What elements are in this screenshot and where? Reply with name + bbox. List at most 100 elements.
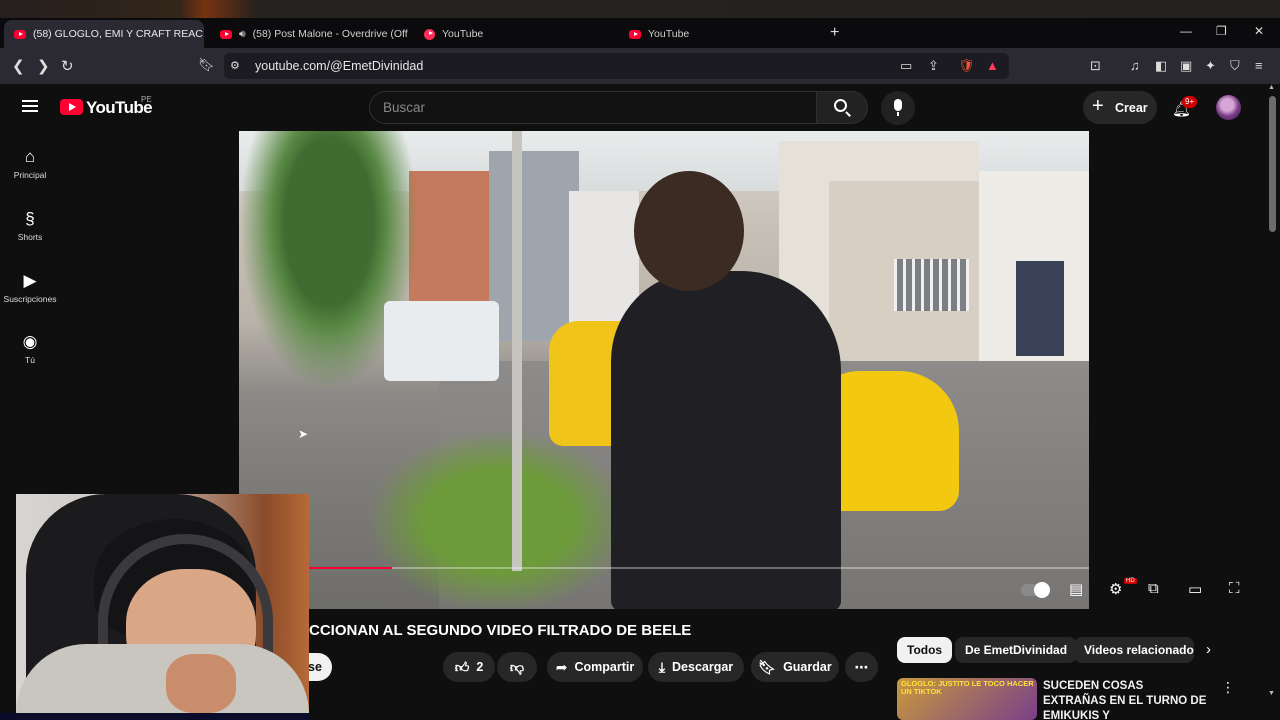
video-title: CCIONAN AL SEGUNDO VIDEO FILTRADO DE BEE…	[309, 622, 692, 639]
share-icon[interactable]: ⇪	[928, 58, 939, 74]
mouse-cursor-icon: ➤	[298, 427, 309, 441]
video-player[interactable]	[239, 131, 1089, 609]
video-frame-grass	[369, 431, 629, 609]
back-icon[interactable]: ❮	[12, 57, 25, 75]
video-frame-person	[611, 271, 841, 609]
scroll-up-icon[interactable]: ▲	[1268, 84, 1275, 91]
menu-icon[interactable]: ≡	[1255, 58, 1263, 73]
share-arrow-icon: ➦	[555, 658, 568, 675]
chip-all[interactable]: Todos	[897, 637, 953, 663]
video-frame-building	[489, 151, 579, 341]
download-icon: ⤓	[658, 658, 666, 675]
create-label[interactable]: Crear	[1115, 101, 1148, 115]
site-info-icon[interactable]: ⚙︎	[230, 59, 240, 72]
browser-tab-1[interactable]: (58) GLOGLO, EMI Y CRAFT REAC ✕	[4, 20, 204, 48]
tab-title: YouTube	[648, 28, 690, 40]
minimize-icon[interactable]: —	[1180, 24, 1192, 38]
tab-title: (58) GLOGLO, EMI Y CRAFT REAC	[33, 28, 203, 40]
thumbs-up-icon: 👍︎	[454, 658, 470, 675]
microphone-icon[interactable]	[894, 99, 902, 116]
hd-badge: HD	[1124, 578, 1137, 584]
youtube-favicon-icon	[629, 29, 641, 39]
share-label: Compartir	[574, 660, 635, 674]
wallet-icon[interactable]: ▣	[1180, 58, 1192, 74]
more-actions-button[interactable]: ⋯	[845, 652, 878, 682]
sidebar-item-you[interactable]: ◉ Tú	[0, 331, 60, 365]
vpn-icon[interactable]: ⛉	[1230, 58, 1240, 74]
youtube-music-favicon-icon	[424, 28, 435, 40]
shorts-icon: §	[25, 209, 35, 228]
youtube-logo-icon[interactable]	[60, 99, 83, 115]
bookmark-icon[interactable]: 🔖︎	[198, 57, 215, 73]
video-frame-window	[894, 259, 969, 311]
restore-icon[interactable]: ❐	[1216, 24, 1227, 38]
video-frame-door	[1016, 261, 1064, 356]
region-code: PE	[141, 95, 152, 104]
music-icon[interactable]: ♫	[1130, 58, 1140, 73]
chevron-right-icon[interactable]: ›	[1206, 641, 1211, 658]
forward-icon[interactable]: ❯	[37, 57, 50, 75]
settings-gear-icon[interactable]: ⚙	[1109, 580, 1122, 598]
save-label: Guardar	[783, 660, 832, 674]
video-frame-head	[634, 171, 744, 291]
youtube-favicon-icon	[14, 29, 26, 39]
cast-icon[interactable]: ▭	[900, 58, 912, 74]
subtitles-icon[interactable]: ▤	[1069, 580, 1083, 598]
bookmark-save-icon: 🔖︎	[758, 658, 777, 675]
hamburger-menu-icon[interactable]	[22, 100, 38, 112]
tab-title: YouTube	[442, 28, 484, 40]
like-button[interactable]: 👍︎ 2	[443, 652, 495, 682]
close-window-icon[interactable]: ✕	[1254, 24, 1264, 38]
webcam-overlay	[16, 494, 309, 713]
home-icon: ⌂	[24, 147, 36, 166]
avatar[interactable]	[1216, 95, 1241, 120]
search-placeholder[interactable]: Buscar	[383, 100, 425, 115]
miniplayer-icon[interactable]: ⧉	[1148, 580, 1159, 597]
share-button[interactable]: ➦ Compartir	[547, 652, 643, 682]
rewards-icon[interactable]: ▲	[986, 58, 999, 73]
browser-tab-3[interactable]: YouTube	[414, 20, 614, 48]
webcam-hand	[166, 654, 236, 713]
video-frame-pole	[512, 131, 522, 571]
thumbs-down-icon: 👎︎	[509, 658, 525, 675]
notification-badge: 9+	[1182, 96, 1198, 108]
subscriptions-icon: ▶︎	[23, 271, 37, 290]
sidebar-icon[interactable]: ◧	[1155, 58, 1167, 74]
reload-icon[interactable]: ↻	[61, 57, 74, 75]
tab-title: (58) Post Malone - Overdrive (Off	[252, 28, 408, 40]
theater-mode-icon[interactable]: ▭	[1188, 580, 1202, 598]
scroll-down-icon[interactable]: ▼	[1268, 690, 1275, 697]
new-tab-button[interactable]: +	[830, 24, 839, 42]
browser-tab-4[interactable]: YouTube	[619, 20, 819, 48]
brave-shield-icon[interactable]: 🛡︎	[958, 58, 975, 74]
download-button[interactable]: ⤓ Descargar	[648, 652, 744, 682]
url-text[interactable]: youtube.com/@EmetDivinidad	[255, 59, 423, 73]
more-vertical-icon[interactable]: ⋮	[1221, 679, 1235, 696]
plus-icon[interactable]: +	[1092, 95, 1104, 118]
save-button[interactable]: 🔖︎ Guardar	[751, 652, 839, 682]
like-count: 2	[476, 660, 484, 674]
sidebar-item-shorts[interactable]: § Shorts	[0, 208, 60, 242]
sidebar-item-label: Tú	[25, 355, 35, 365]
you-icon: ◉	[22, 332, 38, 351]
chip-related[interactable]: Videos relacionados	[1074, 637, 1194, 663]
youtube-favicon-icon	[220, 29, 232, 39]
autoplay-toggle[interactable]	[1021, 582, 1050, 598]
search-icon[interactable]	[834, 99, 847, 112]
browser-tab-2[interactable]: 🔊︎ (58) Post Malone - Overdrive (Off	[210, 20, 410, 48]
recommended-title[interactable]: SUCEDEN COSAS EXTRAÑAS EN EL TURNO DE EM…	[1043, 679, 1208, 720]
dislike-button[interactable]: 👎︎	[497, 652, 537, 682]
chip-channel[interactable]: De EmetDivinidad	[955, 637, 1078, 663]
sidebar-item-label: Principal	[13, 170, 47, 180]
fullscreen-icon[interactable]: ⛶	[1229, 580, 1240, 597]
webcam-shirt	[16, 644, 309, 713]
scrollbar[interactable]	[1269, 96, 1276, 232]
sidebar-item-label: Shorts	[17, 232, 43, 242]
sidebar-item-subscriptions[interactable]: ▶︎ Suscripciones	[0, 270, 60, 304]
recommended-thumbnail[interactable]: GLOGLO: JUSTITO LE TOCO HACER UN TIKTOK	[897, 678, 1037, 720]
leo-ai-icon[interactable]: ✦	[1205, 58, 1216, 74]
screenshot-icon[interactable]: ⊡	[1090, 58, 1101, 74]
sidebar-item-home[interactable]: ⌂ Principal	[0, 146, 60, 180]
search-input[interactable]	[369, 91, 816, 124]
download-label: Descargar	[672, 660, 734, 674]
